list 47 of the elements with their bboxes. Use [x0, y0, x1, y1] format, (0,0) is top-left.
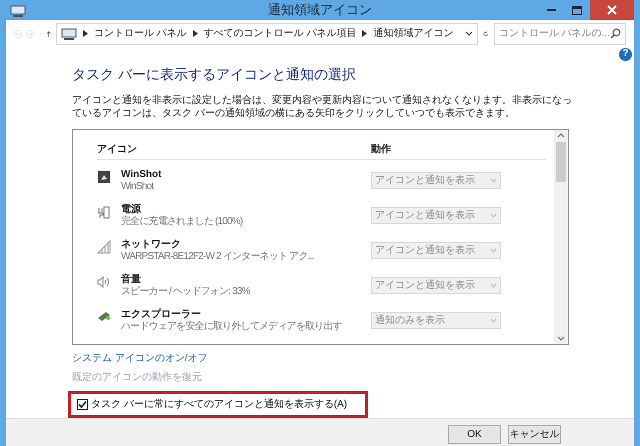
icon-status: WARPSTAR-8E12F2-W 2 インターネット アク...: [121, 250, 314, 262]
checkbox-label: タスク バーに常にすべてのアイコンと通知を表示する(A): [91, 398, 348, 412]
app-icon: [97, 170, 111, 184]
scrollbar[interactable]: [554, 130, 568, 344]
dialog-button[interactable]: キャンセル: [508, 425, 561, 444]
signal-icon: [97, 240, 111, 254]
chevron-icon[interactable]: [82, 30, 88, 37]
search-icon: [610, 28, 621, 39]
chevron-down-icon: [490, 212, 497, 218]
breadcrumb[interactable]: 通知領域アイコン: [373, 26, 454, 41]
icon-name: エクスプローラー: [121, 308, 201, 320]
close-button[interactable]: [590, 0, 634, 20]
window-title: 通知領域アイコン: [268, 1, 372, 19]
column-header: アイコン: [97, 142, 138, 156]
icon-status: 完全に充電されました (100%): [121, 216, 242, 228]
page-heading: タスク バーに表示するアイコンと通知の選択: [72, 64, 357, 84]
computer-icon: [60, 28, 77, 40]
link[interactable]: システム アイコンのオン/オフ: [72, 350, 208, 366]
scroll-thumb[interactable]: [556, 142, 566, 182]
close-icon: [607, 5, 617, 15]
search-field[interactable]: コントロール パネルの...: [494, 22, 626, 44]
chevron-down-icon: [490, 178, 497, 182]
icon-name: ネットワーク: [121, 238, 181, 250]
chevron-down-icon: [490, 248, 497, 252]
help-button[interactable]: ?: [619, 48, 632, 60]
speaker-icon: [97, 274, 111, 288]
icon-status: ハードウェアを安全に取り外してメディアを取り出す: [121, 320, 342, 332]
chevron-down-icon: [490, 318, 497, 322]
icon-name: 音量: [121, 274, 141, 286]
search-placeholder: コントロール パネルの...: [498, 27, 610, 41]
dialog-button[interactable]: OK: [448, 425, 501, 444]
icon-status: スピーカー / ヘッドフォン: 33%: [121, 286, 250, 298]
chevron-down-icon: [490, 282, 497, 288]
dropdown-icon[interactable]: [465, 30, 474, 36]
address-bar[interactable]: コントロール パネル すべてのコントロール パネル項目 通知領域アイコン: [56, 22, 478, 44]
icon-name: WinShot: [121, 168, 162, 180]
icon-status: WinShot: [121, 180, 154, 192]
checkbox[interactable]: [77, 398, 88, 410]
usb-drive-icon: [97, 310, 113, 322]
breadcrumb[interactable]: すべてのコントロール パネル項目: [204, 26, 356, 41]
chevron-icon[interactable]: [362, 30, 368, 37]
breadcrumb[interactable]: コントロール パネル: [94, 26, 187, 41]
column-header: 動作: [371, 142, 391, 156]
description-text: アイコンと通知を非表示に設定した場合は、変更内容や更新内容について通知されなくなります。非表示になっているアイコンは、タスク バーの通知領域の横にある矢印をクリックしていつでも表示できます。: [72, 94, 573, 120]
chevron-icon[interactable]: [192, 30, 198, 37]
control-panel-icon: [10, 5, 26, 17]
icon-name: 電源: [121, 204, 141, 216]
